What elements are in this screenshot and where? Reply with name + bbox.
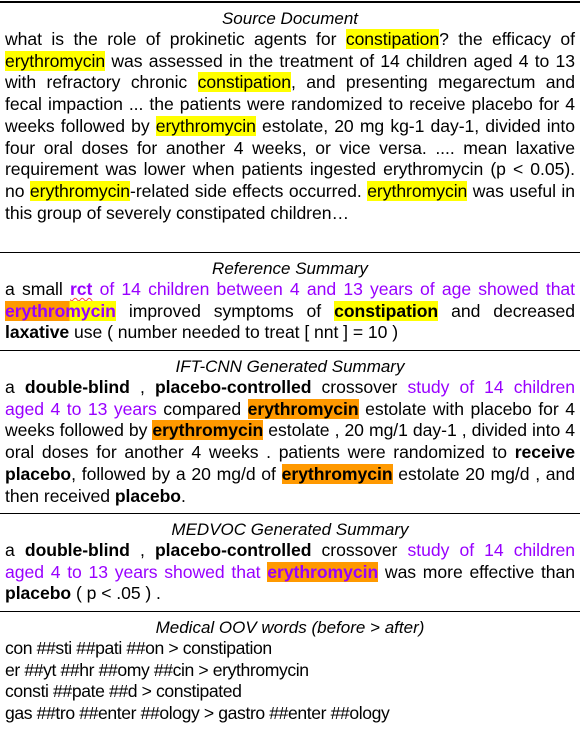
source-document-section: Source Document what is the role of prok… <box>0 3 580 253</box>
highlighted-term: constipation <box>345 29 440 49</box>
text-segment: , <box>129 540 155 560</box>
text-segment: improved symptoms of <box>115 300 335 321</box>
bold-term: rct <box>70 279 93 299</box>
highlighted-term: erythromycin <box>29 180 131 201</box>
section-title: Source Document <box>221 9 359 28</box>
section-title: IFT-CNN Generated Summary <box>175 357 405 376</box>
highlighted-term: constipation <box>197 72 291 93</box>
text-segment: . <box>180 485 186 506</box>
text-segment: use ( number needed to treat [ nnt ] = 1… <box>69 322 399 343</box>
bold-term: laxative <box>5 322 70 343</box>
source-document-text: what is the role of prokinetic agents fo… <box>5 29 575 224</box>
section-title: Reference Summary <box>212 259 368 278</box>
text-segment: compared <box>156 398 248 419</box>
bold-term: placebo-controlled <box>154 377 312 397</box>
highlighted-term: erythromycin <box>367 180 468 201</box>
bold-term: placebo <box>114 485 181 506</box>
oov-word-line: con ##sti ##pati ##on > constipation <box>5 638 272 658</box>
text-segment: , <box>129 377 155 397</box>
section-title: MEDVOC Generated Summary <box>171 520 409 539</box>
text-segment: a <box>5 540 25 560</box>
reference-summary-section: Reference Summary a small rct of 14 chil… <box>0 253 580 351</box>
oov-word-line: consti ##pate ##d > constipated <box>5 681 242 702</box>
bold-term: double-blind <box>24 377 130 397</box>
text-segment: and decreased <box>438 300 575 321</box>
oov-words-section: Medical OOV words (before > after) con #… <box>0 612 580 728</box>
text-segment: a small <box>5 279 71 299</box>
text-segment: ( p < .05 ) . <box>71 583 161 604</box>
text-segment: crossover <box>311 377 408 397</box>
section-title: Medical OOV words (before > after) <box>155 618 425 637</box>
text-segment: what is the role of prokinetic agents fo… <box>5 29 346 49</box>
medvoc-summary-text: a double-blind , placebo-controlled cros… <box>5 540 575 605</box>
highlighted-term: erythromycin <box>267 561 379 582</box>
text-segment: , followed by a 20 mg/d of <box>71 463 282 484</box>
bold-term: placebo <box>5 583 72 604</box>
bold-term: placebo-controlled <box>154 540 312 560</box>
iftcnn-summary-text: a double-blind , placebo-controlled cros… <box>5 377 575 507</box>
oov-word-line: gas ##tro ##enter ##ology > gastro ##ent… <box>5 703 390 724</box>
text-segment: a <box>5 377 25 397</box>
highlighted-term: erythromycin <box>5 50 106 71</box>
bold-term: double-blind <box>24 540 130 560</box>
matched-phrase: of 14 children between 4 and 13 years of… <box>92 279 576 299</box>
highlighted-term: constipation <box>334 300 439 321</box>
reference-summary-text: a small rct of 14 children between 4 and… <box>5 279 575 344</box>
text-segment: crossover <box>311 540 408 560</box>
summary-comparison-figure: Source Document what is the role of prok… <box>0 1 580 728</box>
text-segment: ? the efficacy of <box>439 29 575 49</box>
highlighted-term: erythromycin <box>247 398 359 419</box>
highlighted-term: erythromycin <box>152 420 264 441</box>
oov-word-line: er ##yt ##hr ##omy ##cin > erythromycin <box>5 659 309 680</box>
text-segment: was more effective than <box>378 561 576 582</box>
highlighted-term: erythromycin <box>281 463 393 484</box>
highlighted-term: erythromycin <box>155 115 256 136</box>
highlighted-term: erythromycin <box>5 300 116 321</box>
iftcnn-summary-section: IFT-CNN Generated Summary a double-blind… <box>0 351 580 514</box>
text-segment: -related side effects occurred. <box>130 180 368 201</box>
medvoc-summary-section: MEDVOC Generated Summary a double-blind … <box>0 514 580 612</box>
